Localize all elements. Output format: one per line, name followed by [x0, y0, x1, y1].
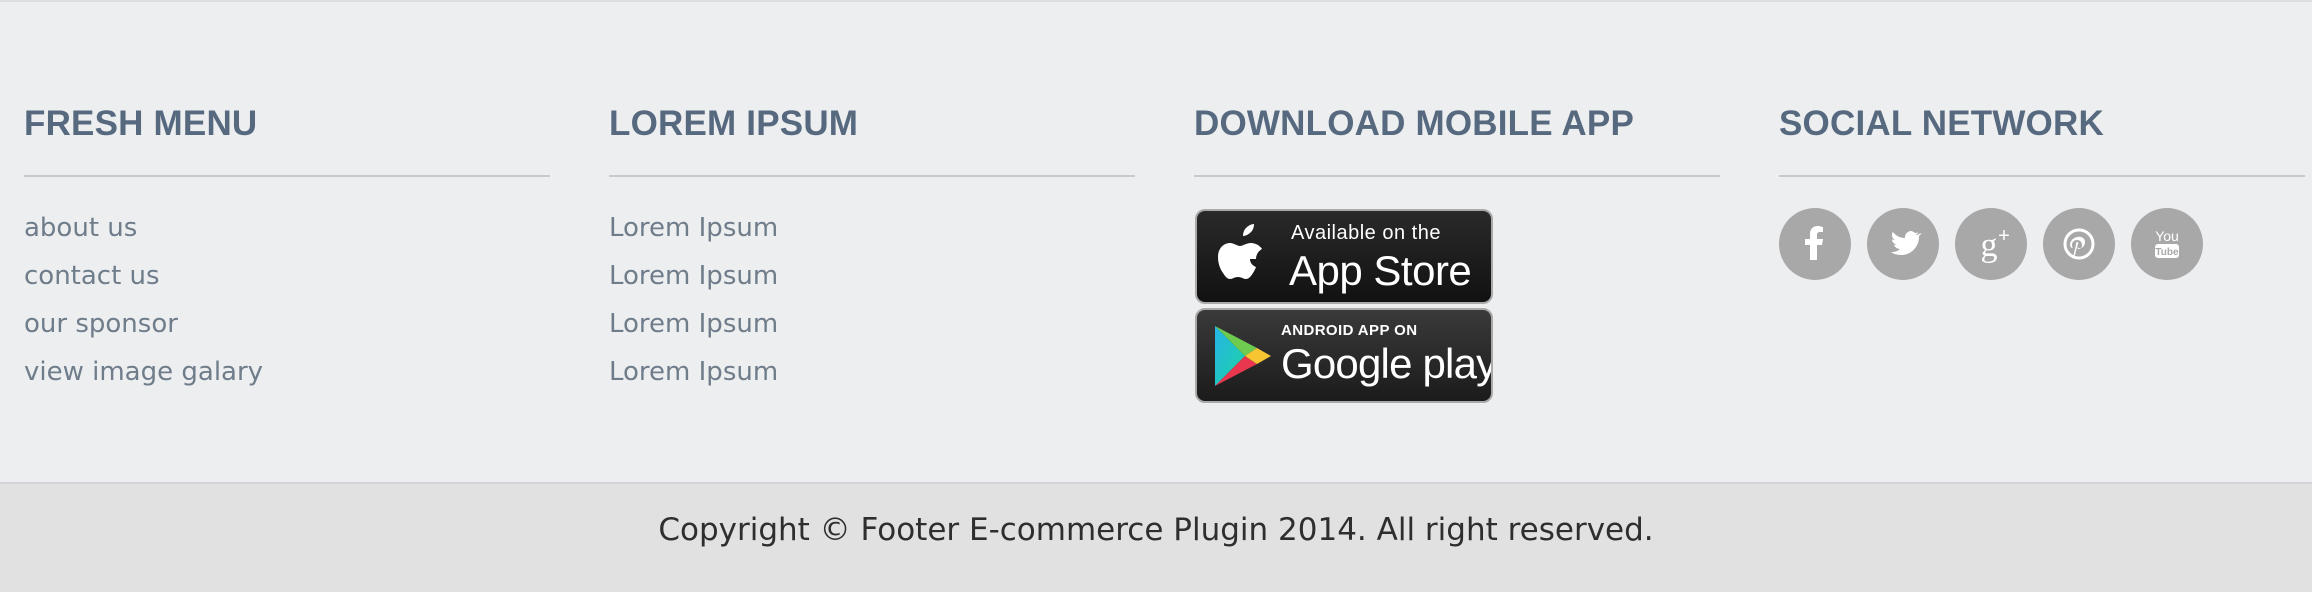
fresh-menu-divider [24, 175, 550, 177]
lorem-ipsum-links: Lorem Ipsum Lorem Ipsum Lorem Ipsum Lore… [609, 208, 778, 400]
google-play-big-text: Google play [1281, 340, 1493, 387]
copyright-bar: Copyright © Footer E-commerce Plugin 201… [0, 482, 2312, 592]
lorem-ipsum-link[interactable]: Lorem Ipsum [609, 304, 778, 352]
link-contact-us[interactable]: contact us [24, 256, 263, 304]
lorem-ipsum-title: LOREM IPSUM [609, 104, 859, 143]
svg-text:g: g [1981, 227, 1998, 264]
facebook-button[interactable] [1779, 208, 1851, 280]
google-play-icon [1215, 326, 1271, 386]
app-store-small-text: Available on the [1291, 222, 1441, 244]
footer-main: FRESH MENU about us contact us our spons… [0, 2, 2312, 482]
lorem-ipsum-link[interactable]: Lorem Ipsum [609, 208, 778, 256]
fresh-menu-title: FRESH MENU [24, 104, 258, 143]
copyright-text: Copyright © Footer E-commerce Plugin 201… [658, 512, 1654, 548]
twitter-button[interactable] [1867, 208, 1939, 280]
social-network-divider [1779, 175, 2305, 177]
link-view-image-gallery[interactable]: view image galary [24, 352, 263, 400]
youtube-icon: You Tube [2155, 228, 2179, 258]
google-play-small-text: ANDROID APP ON [1281, 322, 1418, 339]
app-store-big-text: App Store [1289, 247, 1472, 294]
lorem-ipsum-link[interactable]: Lorem Ipsum [609, 256, 778, 304]
twitter-icon [1891, 231, 1922, 255]
lorem-ipsum-link[interactable]: Lorem Ipsum [609, 352, 778, 400]
lorem-ipsum-divider [609, 175, 1135, 177]
link-about-us[interactable]: about us [24, 208, 263, 256]
svg-text:You: You [2155, 228, 2179, 244]
svg-text:+: + [1998, 225, 2010, 247]
google-plus-button[interactable]: g + [1955, 208, 2027, 280]
google-plus-icon: g + [1981, 225, 2010, 264]
mobile-app-divider [1194, 175, 1720, 177]
pinterest-button[interactable] [2043, 208, 2115, 280]
apple-icon [1218, 224, 1262, 279]
pinterest-icon [2063, 228, 2095, 260]
link-our-sponsor[interactable]: our sponsor [24, 304, 263, 352]
fresh-menu-links: about us contact us our sponsor view ima… [24, 208, 263, 400]
youtube-button[interactable]: You Tube [2131, 208, 2203, 280]
google-play-badge[interactable]: ANDROID APP ON Google play [1195, 308, 1493, 403]
social-network-title: SOCIAL NETWORK [1779, 104, 2104, 143]
app-store-badge[interactable]: Available on the App Store [1195, 209, 1493, 304]
mobile-app-title: DOWNLOAD MOBILE APP [1194, 104, 1634, 143]
svg-text:Tube: Tube [2155, 247, 2179, 258]
facebook-icon [1805, 226, 1823, 260]
